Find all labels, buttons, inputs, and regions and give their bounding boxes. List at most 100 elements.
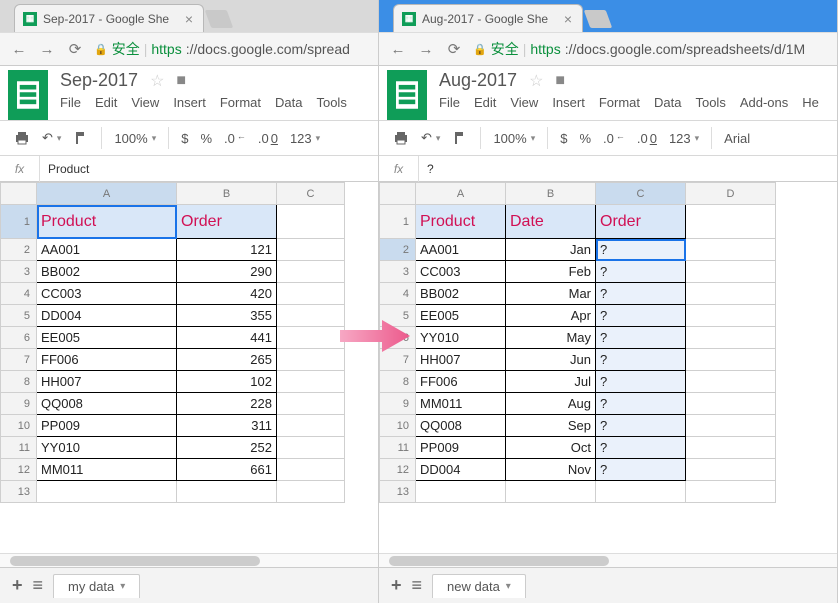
row-5[interactable]: 5 (380, 305, 416, 327)
cell-C8[interactable] (277, 371, 345, 393)
cell-C1[interactable]: Order (596, 205, 686, 239)
cell-B1[interactable]: Order (177, 205, 277, 239)
font-select[interactable]: Arial (720, 129, 754, 148)
cell-C3[interactable] (277, 261, 345, 283)
cell-A10[interactable]: PP009 (37, 415, 177, 437)
cell-A12[interactable]: MM011 (37, 459, 177, 481)
cell-D12[interactable] (686, 459, 776, 481)
currency-button[interactable]: $ (177, 129, 192, 148)
cell-C13[interactable] (596, 481, 686, 503)
currency-button[interactable]: $ (556, 129, 571, 148)
row-8[interactable]: 8 (380, 371, 416, 393)
cell-B8[interactable]: Jul (506, 371, 596, 393)
cell-C11[interactable]: ? (596, 437, 686, 459)
row-9[interactable]: 9 (380, 393, 416, 415)
fx-input[interactable]: Product (40, 162, 378, 176)
cell-B6[interactable]: May (506, 327, 596, 349)
close-icon[interactable]: × (564, 12, 572, 26)
cell-A7[interactable]: FF006 (37, 349, 177, 371)
reload-icon[interactable]: ⟳ (445, 40, 463, 58)
menu-view[interactable]: View (131, 95, 159, 110)
menu-edit[interactable]: Edit (474, 95, 496, 110)
hscrollbar[interactable] (379, 553, 837, 567)
reload-icon[interactable]: ⟳ (66, 40, 84, 58)
row-10[interactable]: 10 (1, 415, 37, 437)
new-tab-button[interactable] (205, 10, 234, 28)
browser-tab[interactable]: ▦ Aug-2017 - Google She × (393, 4, 583, 32)
col-A[interactable]: A (416, 183, 506, 205)
cell-C8[interactable]: ? (596, 371, 686, 393)
hscrollbar[interactable] (0, 553, 378, 567)
corner[interactable] (1, 183, 37, 205)
cell-C6[interactable]: ? (596, 327, 686, 349)
cell-A4[interactable]: BB002 (416, 283, 506, 305)
number-format-button[interactable]: 123 (286, 129, 324, 148)
menu-insert[interactable]: Insert (552, 95, 585, 110)
menu-edit[interactable]: Edit (95, 95, 117, 110)
number-format-button[interactable]: 123 (665, 129, 703, 148)
cell-B9[interactable]: 228 (177, 393, 277, 415)
percent-button[interactable]: % (196, 129, 216, 148)
cell-C2[interactable] (277, 239, 345, 261)
zoom-select[interactable]: 100% (110, 129, 160, 148)
cell-A10[interactable]: QQ008 (416, 415, 506, 437)
forward-icon[interactable]: → (38, 41, 56, 58)
doc-title[interactable]: Sep-2017 (60, 70, 138, 91)
print-icon[interactable] (10, 128, 34, 148)
paint-format-icon[interactable] (69, 128, 93, 148)
col-C[interactable]: C (596, 183, 686, 205)
close-icon[interactable]: × (185, 12, 193, 26)
cell-C2[interactable]: ? (596, 239, 686, 261)
all-sheets-button[interactable]: ≡ (412, 575, 423, 596)
cell-B2[interactable]: Jan (506, 239, 596, 261)
row-11[interactable]: 11 (380, 437, 416, 459)
menu-file[interactable]: File (439, 95, 460, 110)
cell-B5[interactable]: 355 (177, 305, 277, 327)
back-icon[interactable]: ← (389, 41, 407, 58)
url-input[interactable]: 🔒 安全 | https ://docs.google.com/spread (94, 39, 368, 59)
menu-tools[interactable]: Tools (695, 95, 725, 110)
forward-icon[interactable]: → (417, 41, 435, 58)
menu-add-ons[interactable]: Add-ons (740, 95, 788, 110)
row-13[interactable]: 13 (1, 481, 37, 503)
cell-C9[interactable]: ? (596, 393, 686, 415)
cell-A2[interactable]: AA001 (37, 239, 177, 261)
cell-C3[interactable]: ? (596, 261, 686, 283)
cell-B10[interactable]: Sep (506, 415, 596, 437)
folder-icon[interactable]: ■ (555, 72, 565, 90)
row-12[interactable]: 12 (380, 459, 416, 481)
cell-D11[interactable] (686, 437, 776, 459)
cell-D5[interactable] (686, 305, 776, 327)
cell-A1[interactable]: Product (416, 205, 506, 239)
cell-A11[interactable]: PP009 (416, 437, 506, 459)
browser-tab[interactable]: ▦ Sep-2017 - Google She × (14, 4, 204, 32)
cell-C7[interactable]: ? (596, 349, 686, 371)
menu-data[interactable]: Data (654, 95, 681, 110)
row-7[interactable]: 7 (380, 349, 416, 371)
cell-A2[interactable]: AA001 (416, 239, 506, 261)
new-tab-button[interactable] (584, 10, 613, 28)
cell-B6[interactable]: 441 (177, 327, 277, 349)
cell-B4[interactable]: 420 (177, 283, 277, 305)
menu-tools[interactable]: Tools (316, 95, 346, 110)
all-sheets-button[interactable]: ≡ (33, 575, 44, 596)
cell-D7[interactable] (686, 349, 776, 371)
cell-B7[interactable]: Jun (506, 349, 596, 371)
url-input[interactable]: 🔒 安全 | https ://docs.google.com/spreadsh… (473, 39, 827, 59)
cell-C11[interactable] (277, 437, 345, 459)
cell-C5[interactable]: ? (596, 305, 686, 327)
sheets-logo-icon[interactable] (8, 70, 48, 120)
cell-A9[interactable]: QQ008 (37, 393, 177, 415)
grid[interactable]: ABCD1ProductDateOrder2AA001Jan?3CC003Feb… (379, 182, 837, 553)
menu-data[interactable]: Data (275, 95, 302, 110)
row-8[interactable]: 8 (1, 371, 37, 393)
sheet-tab[interactable]: new data ▾ (432, 574, 526, 598)
cell-D2[interactable] (686, 239, 776, 261)
grid[interactable]: ABC1ProductOrder2AA0011213BB0022904CC003… (0, 182, 378, 553)
row-10[interactable]: 10 (380, 415, 416, 437)
cell-D1[interactable] (686, 205, 776, 239)
cell-D9[interactable] (686, 393, 776, 415)
chevron-down-icon[interactable]: ▾ (506, 581, 511, 592)
cell-C1[interactable] (277, 205, 345, 239)
cell-B1[interactable]: Date (506, 205, 596, 239)
